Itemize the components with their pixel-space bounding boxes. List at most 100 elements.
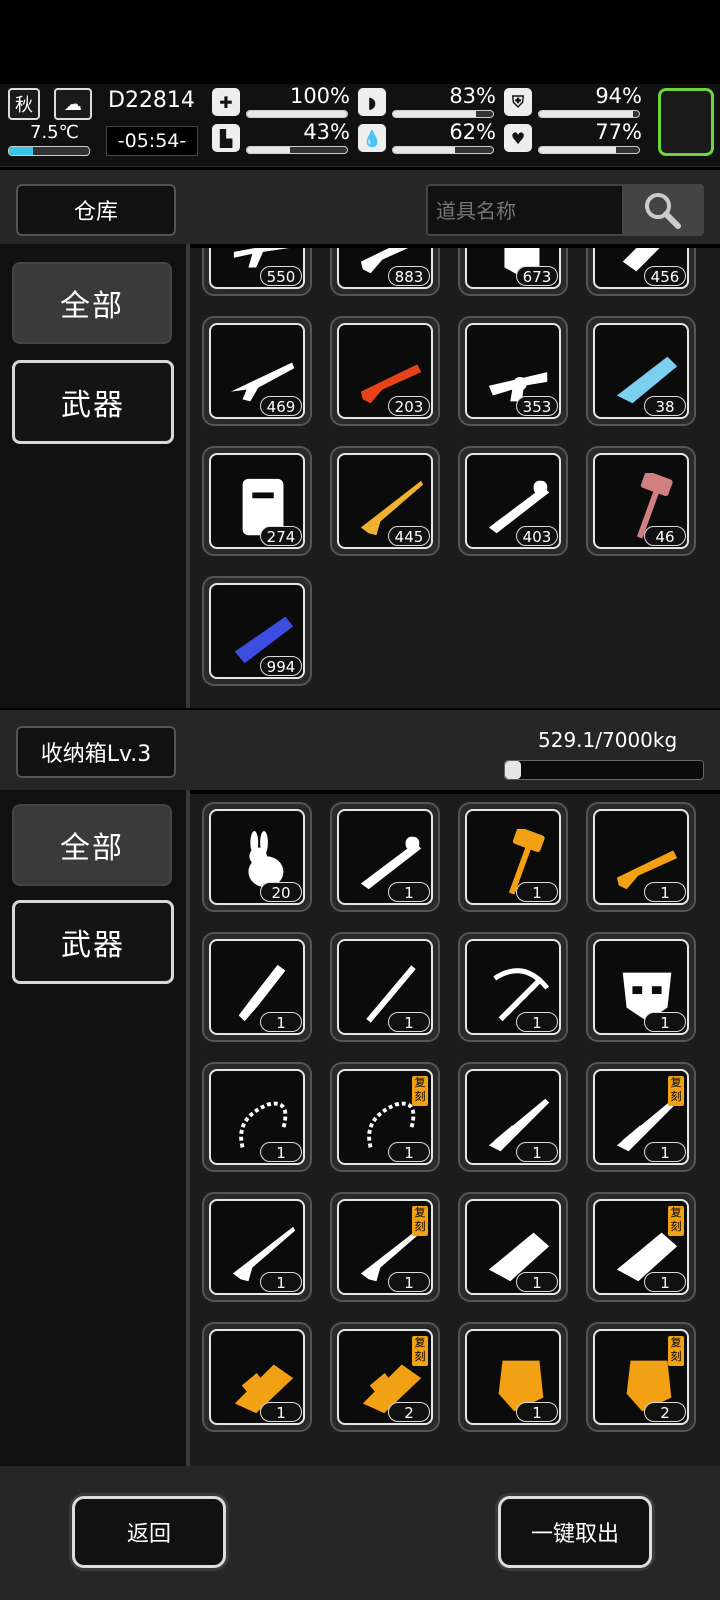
- item-count: 1: [644, 882, 686, 902]
- item-count: 1: [388, 1272, 430, 1292]
- storage-tab-all[interactable]: 全部: [12, 804, 172, 886]
- item-slot[interactable]: 1: [586, 932, 696, 1042]
- warehouse-tab-weapons[interactable]: 武器: [12, 360, 174, 444]
- item-slot[interactable]: 1: [586, 802, 696, 912]
- item-slot[interactable]: 456: [586, 248, 696, 296]
- replica-tag: 复刻: [668, 1336, 684, 1366]
- item-count: 1: [516, 1142, 558, 1162]
- replica-tag: 复刻: [668, 1076, 684, 1106]
- thirst-value: 62%: [449, 120, 496, 144]
- item-count: 274: [260, 526, 302, 546]
- stomach-icon: ◗: [358, 88, 386, 116]
- item-slot[interactable]: 883: [330, 248, 440, 296]
- item-count: 1: [516, 1402, 558, 1422]
- item-slot[interactable]: 复刻 1: [330, 1192, 440, 1302]
- back-button[interactable]: 返回: [72, 1496, 226, 1568]
- storage-tab-weapons[interactable]: 武器: [12, 900, 174, 984]
- replica-tag: 复刻: [412, 1336, 428, 1366]
- item-count: 1: [260, 1402, 302, 1422]
- item-count: 994: [260, 656, 302, 676]
- item-count: 1: [260, 1142, 302, 1162]
- storage-capacity-fill: [505, 761, 521, 779]
- item-slot[interactable]: 复刻 1: [586, 1062, 696, 1172]
- item-slot[interactable]: 1: [202, 932, 312, 1042]
- item-count: 38: [644, 396, 686, 416]
- thirst-bar: [392, 146, 494, 154]
- item-count: 2: [388, 1402, 430, 1422]
- mood-value: 77%: [595, 120, 642, 144]
- item-slot[interactable]: 1: [202, 1062, 312, 1172]
- item-slot[interactable]: 1: [202, 1322, 312, 1432]
- equipment-slot[interactable]: [658, 88, 714, 156]
- item-slot[interactable]: 1: [458, 802, 568, 912]
- item-slot[interactable]: 445: [330, 446, 440, 556]
- hunger-bar-fill: [393, 111, 476, 117]
- item-count: 1: [260, 1012, 302, 1032]
- item-count: 883: [388, 266, 430, 286]
- item-count: 203: [388, 396, 430, 416]
- item-slot[interactable]: 1: [202, 1192, 312, 1302]
- item-slot[interactable]: 203: [330, 316, 440, 426]
- search-icon: [645, 193, 681, 229]
- item-count: 403: [516, 526, 558, 546]
- item-slot[interactable]: 38: [586, 316, 696, 426]
- take-all-button[interactable]: 一键取出: [498, 1496, 652, 1568]
- item-slot[interactable]: 46: [586, 446, 696, 556]
- temperature-bar: [8, 146, 90, 156]
- item-count: 550: [260, 266, 302, 286]
- armor-bar-fill: [539, 111, 633, 117]
- water-drop-icon: 💧: [358, 124, 386, 152]
- search-input[interactable]: [428, 186, 628, 236]
- hunger-value: 83%: [449, 84, 496, 108]
- warehouse-sidebar: 全部 武器: [0, 244, 188, 708]
- warehouse-header: 仓库: [0, 170, 720, 244]
- medkit-icon: ✚: [212, 88, 240, 116]
- item-slot[interactable]: 复刻 1: [330, 1062, 440, 1172]
- item-count: 673: [516, 266, 558, 286]
- item-slot[interactable]: 403: [458, 446, 568, 556]
- item-slot[interactable]: 复刻 2: [330, 1322, 440, 1432]
- search-box[interactable]: [426, 184, 704, 236]
- item-count: 1: [516, 882, 558, 902]
- item-count: 445: [388, 526, 430, 546]
- thirst-bar-fill: [393, 147, 455, 153]
- warehouse-tab-all[interactable]: 全部: [12, 262, 172, 344]
- item-count: 469: [260, 396, 302, 416]
- mood-bar-fill: [539, 147, 616, 153]
- boot-icon: ▙: [212, 124, 240, 152]
- item-slot[interactable]: 673: [458, 248, 568, 296]
- item-count: 1: [644, 1272, 686, 1292]
- item-count: 2: [644, 1402, 686, 1422]
- item-slot[interactable]: 20: [202, 802, 312, 912]
- item-count: 1: [644, 1012, 686, 1032]
- item-slot[interactable]: 1: [458, 1062, 568, 1172]
- storage-sidebar: 全部 武器: [0, 790, 188, 1466]
- item-slot[interactable]: 1: [458, 932, 568, 1042]
- item-slot[interactable]: 994: [202, 576, 312, 686]
- stamina-bar-fill: [247, 147, 290, 153]
- clock: -05:54-: [106, 126, 198, 156]
- item-slot[interactable]: 复刻 1: [586, 1192, 696, 1302]
- item-slot[interactable]: 1: [330, 932, 440, 1042]
- storage-capacity-text: 529.1/7000kg: [538, 728, 678, 752]
- heart-icon: ♥: [504, 124, 532, 152]
- item-slot[interactable]: 1: [458, 1192, 568, 1302]
- item-slot[interactable]: 469: [202, 316, 312, 426]
- armor-bar: [538, 110, 640, 118]
- item-count: 1: [388, 1012, 430, 1032]
- item-slot[interactable]: 274: [202, 446, 312, 556]
- replica-tag: 复刻: [668, 1206, 684, 1236]
- health-value: 100%: [289, 84, 350, 108]
- item-count: 456: [644, 266, 686, 286]
- search-button[interactable]: [622, 186, 702, 234]
- item-slot[interactable]: 353: [458, 316, 568, 426]
- replica-tag: 复刻: [412, 1206, 428, 1236]
- mood-bar: [538, 146, 640, 154]
- item-slot[interactable]: 550: [202, 248, 312, 296]
- item-count: 20: [260, 882, 302, 902]
- item-slot[interactable]: 复刻 2: [586, 1322, 696, 1432]
- temperature-value: 7.5℃: [30, 122, 79, 143]
- item-slot[interactable]: 1: [330, 802, 440, 912]
- health-bar: [246, 110, 348, 118]
- item-slot[interactable]: 1: [458, 1322, 568, 1432]
